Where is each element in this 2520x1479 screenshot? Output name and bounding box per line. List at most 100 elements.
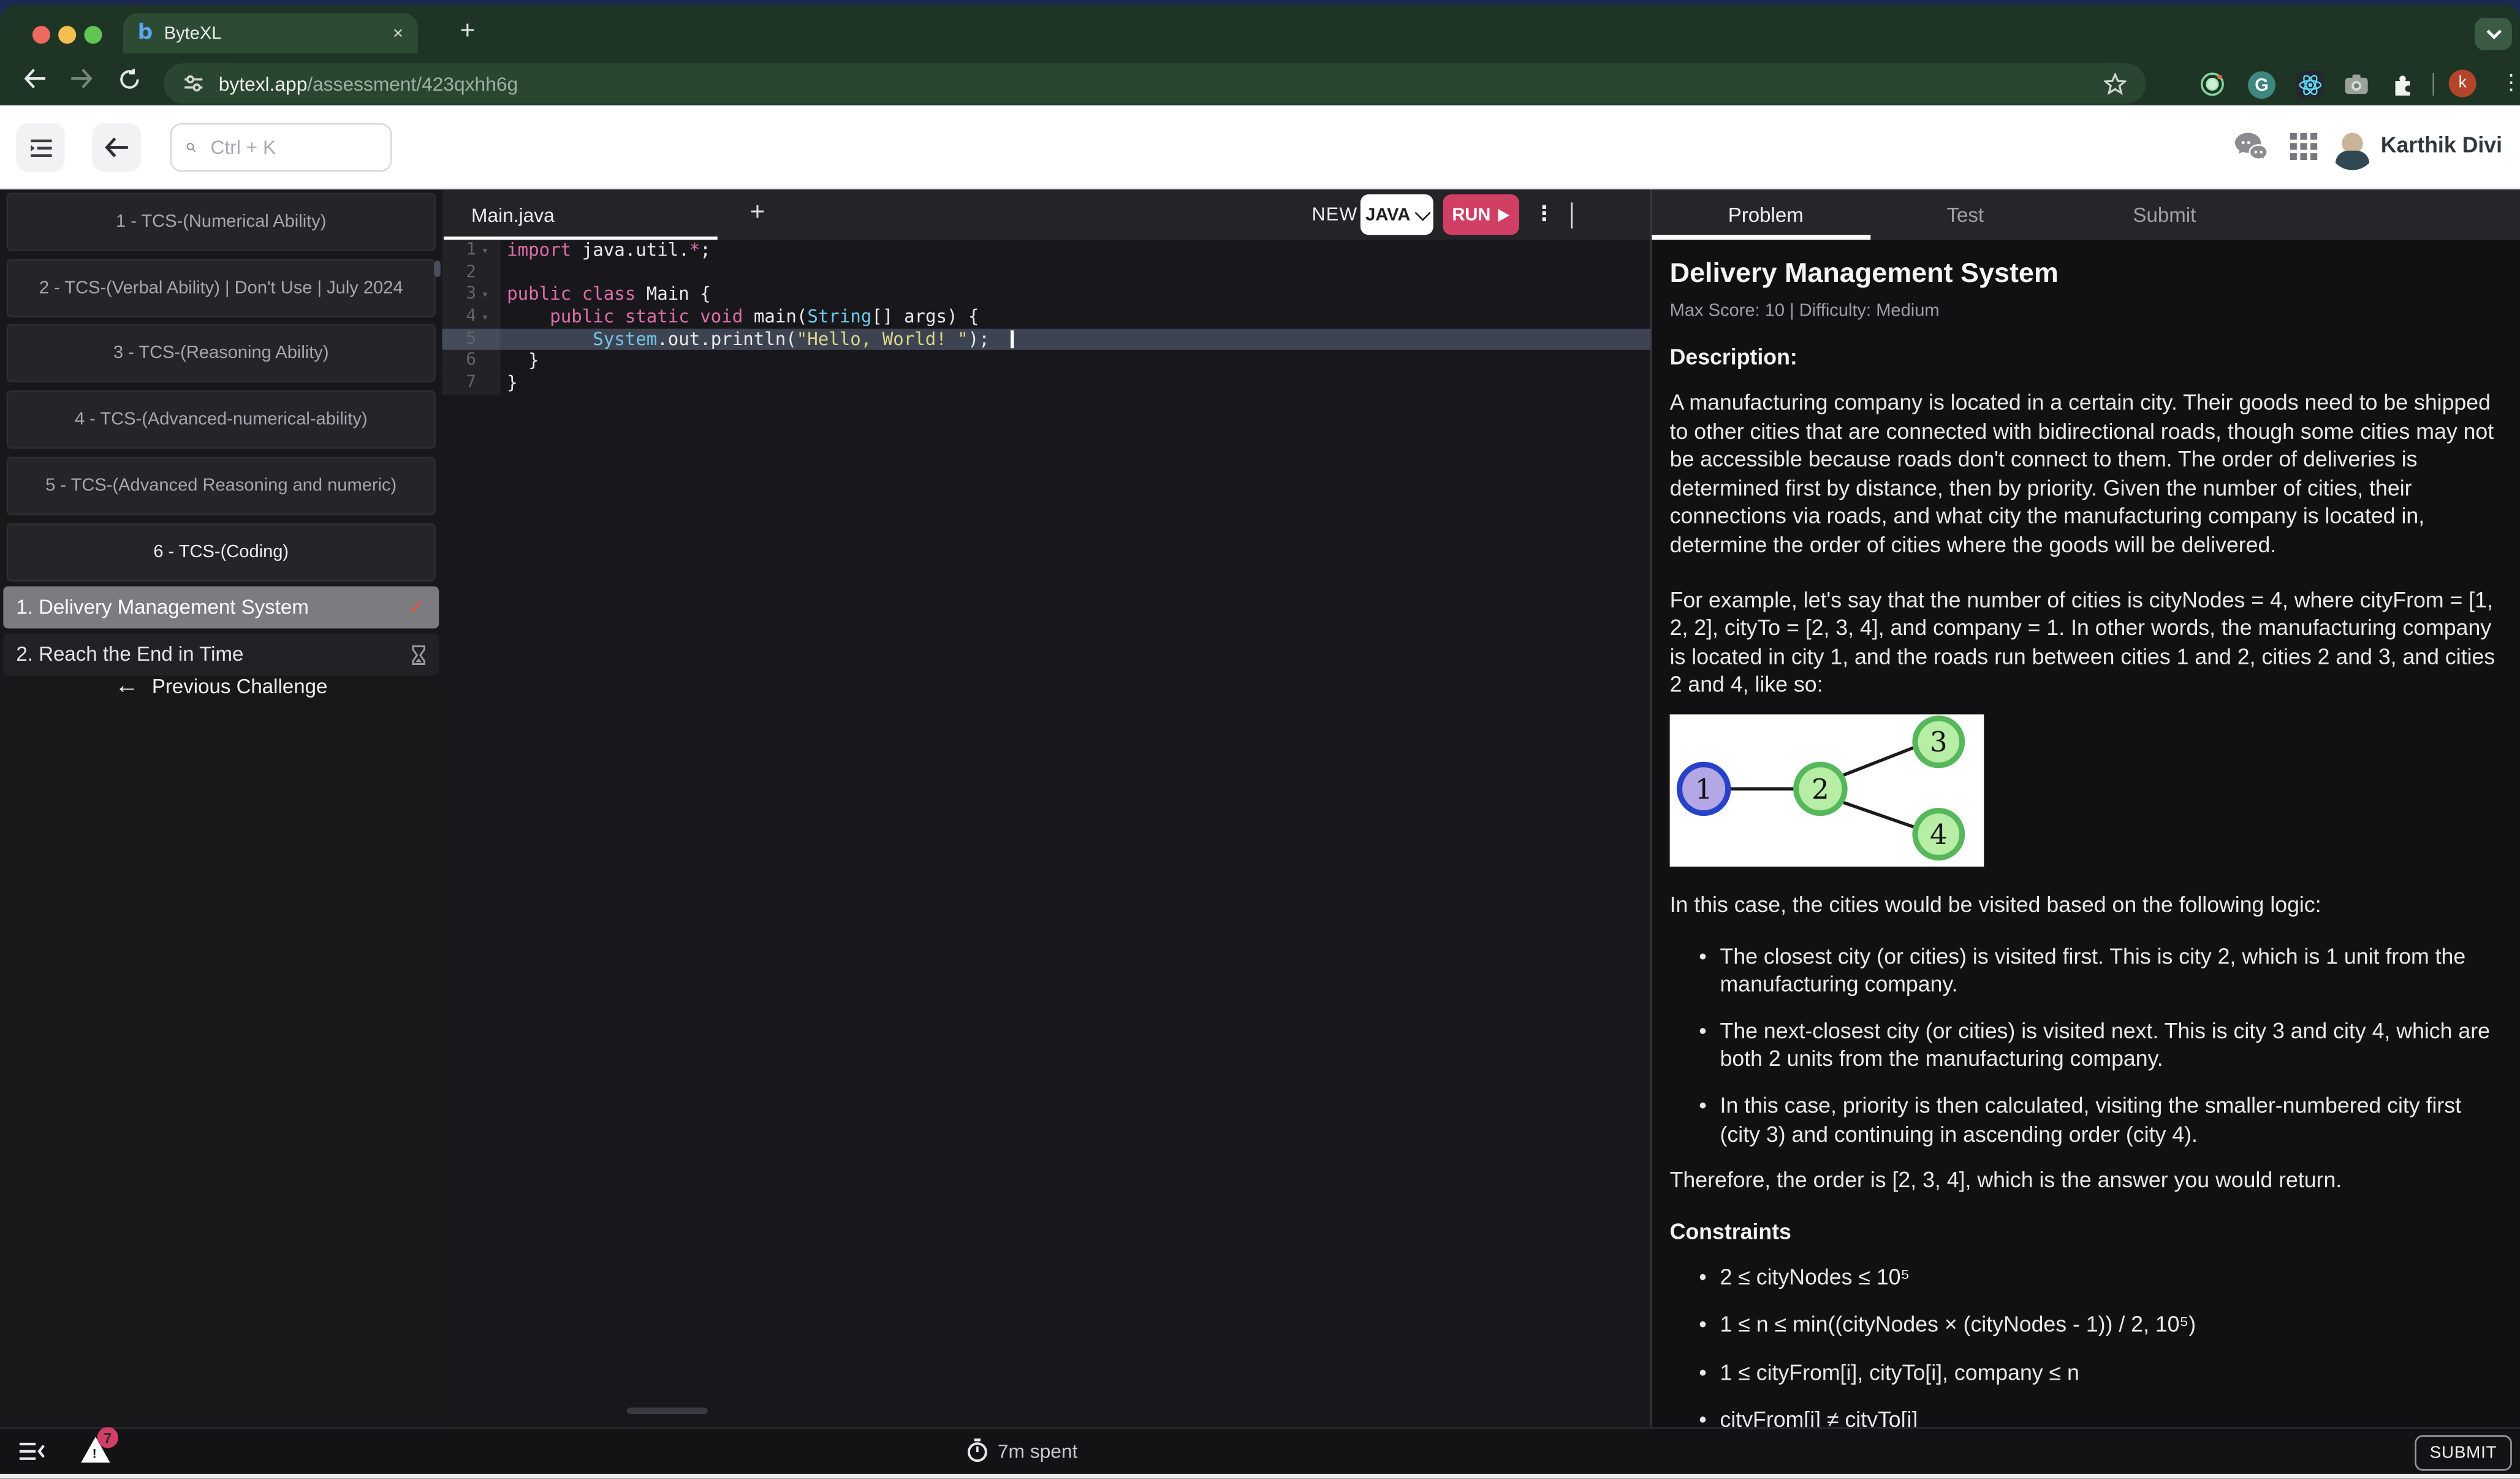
apps-grid-icon[interactable] xyxy=(2290,133,2318,161)
extension-grammarly-icon[interactable]: G xyxy=(2248,71,2275,99)
code-line-2[interactable]: 2 xyxy=(442,262,1650,284)
code-line-1[interactable]: 1▾import java.util.*; xyxy=(442,240,1650,262)
arrow-left-icon: ← xyxy=(115,672,139,700)
browser-chrome: b ByteXL × + bytexl.app/assessment/423qx… xyxy=(0,5,2520,105)
tab-submit[interactable]: Submit xyxy=(2133,204,2196,227)
code-line-4[interactable]: 4▾ public static void main(String[] args… xyxy=(442,306,1650,329)
url-host: bytexl.app xyxy=(219,72,308,95)
site-favicon: b xyxy=(138,21,153,45)
logic-bullet-list: The closest city (or cities) is visited … xyxy=(1670,942,2507,1149)
active-panel-tab-underline xyxy=(1652,235,1871,240)
warnings-indicator[interactable]: ! 7 xyxy=(81,1437,110,1462)
bottom-bar: ! 7 7m spent SUBMIT xyxy=(0,1427,2520,1474)
stopwatch-icon xyxy=(967,1439,988,1463)
code-line-3[interactable]: 3▾public class Main { xyxy=(442,284,1650,306)
arrow-left-icon xyxy=(104,136,129,159)
new-button[interactable]: NEW xyxy=(1312,206,1358,226)
code-line-5[interactable]: 5 System.out.println("Hello, World! "); xyxy=(442,329,1650,351)
back-to-list-button[interactable] xyxy=(93,123,141,172)
constraints-list: 2 ≤ cityNodes ≤ 10⁵ 1 ≤ n ≤ min((cityNod… xyxy=(1670,1263,2507,1427)
code-line-7[interactable]: 7} xyxy=(442,373,1650,395)
fold-caret-icon[interactable]: ▾ xyxy=(476,284,494,306)
sidebar-scrollbar-thumb[interactable] xyxy=(434,260,441,276)
sidebar-section-4[interactable]: 4 - TCS-(Advanced-numerical-ability) xyxy=(7,390,436,449)
svg-text:4: 4 xyxy=(1930,818,1948,851)
toolbar-divider xyxy=(2432,73,2434,96)
search-input[interactable] xyxy=(207,134,376,160)
tab-title: ByteXL xyxy=(164,23,393,43)
problem-content: Delivery Management System Max Score: 10… xyxy=(1670,240,2507,1427)
code-line-6[interactable]: 6 } xyxy=(442,351,1650,373)
editor-menu-icon[interactable]: ⋮ xyxy=(1534,201,1555,227)
site-settings-icon[interactable] xyxy=(183,73,204,94)
question-list-button[interactable] xyxy=(16,123,64,172)
extensions-puzzle-icon[interactable] xyxy=(2389,71,2415,97)
user-avatar[interactable] xyxy=(2329,123,2376,170)
logic-bullet-1: The closest city (or cities) is visited … xyxy=(1699,942,2507,999)
search-icon xyxy=(186,138,196,158)
user-name[interactable]: Karthik Divi xyxy=(2381,133,2502,158)
fold-caret-icon[interactable] xyxy=(476,262,494,284)
fold-caret-icon[interactable]: ▾ xyxy=(476,240,494,262)
tab-search-button[interactable] xyxy=(2475,18,2512,50)
submit-button[interactable]: SUBMIT xyxy=(2415,1435,2512,1470)
sidebar-section-2[interactable]: 2 - TCS-(Verbal Ability) | Don't Use | J… xyxy=(7,259,436,317)
editor-hscrollbar-thumb[interactable] xyxy=(627,1408,708,1415)
run-button[interactable]: RUN xyxy=(1443,194,1519,235)
code-editor: Main.java + NEW JAVA RUN ⋮ 1▾import java… xyxy=(442,189,1650,1427)
constraints-heading: Constraints xyxy=(1670,1219,2507,1244)
constraint-2: 1 ≤ n ≤ min((cityNodes × (cityNodes - 1)… xyxy=(1699,1311,2507,1339)
sidebar-section-5[interactable]: 5 - TCS-(Advanced Reasoning and numeric) xyxy=(7,457,436,515)
forward-button[interactable] xyxy=(70,68,94,89)
bookmark-star-icon[interactable] xyxy=(2104,72,2127,95)
sidebar-section-1[interactable]: 1 - TCS-(Numerical Ability) xyxy=(7,192,436,251)
list-indent-icon xyxy=(28,137,53,158)
time-spent-label: 7m spent xyxy=(998,1439,1077,1462)
chat-icon[interactable] xyxy=(2233,131,2269,162)
back-button[interactable] xyxy=(23,68,47,89)
editor-tab-bar: Main.java + NEW JAVA RUN ⋮ xyxy=(442,189,1650,240)
screen: b ByteXL × + bytexl.app/assessment/423qx… xyxy=(0,0,2520,1479)
fold-caret-icon[interactable] xyxy=(476,351,494,373)
close-tab-icon[interactable]: × xyxy=(393,23,403,43)
minimize-window-button[interactable] xyxy=(58,26,76,44)
extension-camera-icon[interactable] xyxy=(2344,71,2369,97)
tab-problem[interactable]: Problem xyxy=(1728,204,1804,227)
console-toggle-icon[interactable] xyxy=(20,1442,45,1461)
browser-profile-avatar[interactable]: k xyxy=(2449,70,2476,97)
app-header: Karthik Divi xyxy=(0,105,2520,189)
language-select[interactable]: JAVA xyxy=(1361,194,1433,235)
svg-text:1: 1 xyxy=(1695,773,1713,805)
challenge-item-2[interactable]: 2. Reach the End in Time xyxy=(3,633,439,675)
reload-button[interactable] xyxy=(118,68,141,91)
description-heading: Description: xyxy=(1670,345,2507,370)
search-box[interactable] xyxy=(170,123,392,172)
challenge-1-label: 1. Delivery Management System xyxy=(16,596,308,619)
fold-caret-icon[interactable] xyxy=(476,329,494,351)
challenge-item-1[interactable]: 1. Delivery Management System ✓ xyxy=(3,587,439,629)
add-file-button[interactable]: + xyxy=(750,199,765,229)
sidebar-section-3[interactable]: 3 - TCS-(Reasoning Ability) xyxy=(7,325,436,383)
constraint-1: 2 ≤ cityNodes ≤ 10⁵ xyxy=(1699,1263,2507,1291)
close-window-button[interactable] xyxy=(32,26,50,44)
url-bar[interactable]: bytexl.app/assessment/423qxhh6g xyxy=(164,63,2146,104)
browser-menu-icon[interactable]: ⋮ xyxy=(2500,70,2520,96)
extension-orbit-icon[interactable] xyxy=(2199,71,2225,97)
browser-tab[interactable]: b ByteXL × xyxy=(123,13,418,53)
previous-challenge-button[interactable]: ← Previous Challenge xyxy=(0,672,442,700)
fold-caret-icon[interactable]: ▾ xyxy=(476,306,494,329)
sidebar-section-6[interactable]: 6 - TCS-(Coding) xyxy=(7,522,436,580)
new-tab-button[interactable]: + xyxy=(460,18,476,47)
tab-test[interactable]: Test xyxy=(1947,204,1984,227)
maximize-window-button[interactable] xyxy=(84,26,102,44)
code-area[interactable]: 1▾import java.util.*;23▾public class Mai… xyxy=(442,240,1650,395)
editor-tab-main-java[interactable]: Main.java xyxy=(471,204,555,227)
logic-bullet-3: In this case, priority is then calculate… xyxy=(1699,1092,2507,1149)
fold-caret-icon[interactable] xyxy=(476,373,494,395)
problem-title: Delivery Management System xyxy=(1670,257,2507,290)
chevron-down-icon xyxy=(1414,204,1430,220)
warning-count-badge: 7 xyxy=(97,1427,118,1448)
chevron-down-icon xyxy=(2485,28,2501,39)
extension-react-icon[interactable] xyxy=(2296,71,2324,99)
sidebar: 1 - TCS-(Numerical Ability) 2 - TCS-(Ver… xyxy=(0,189,442,1427)
